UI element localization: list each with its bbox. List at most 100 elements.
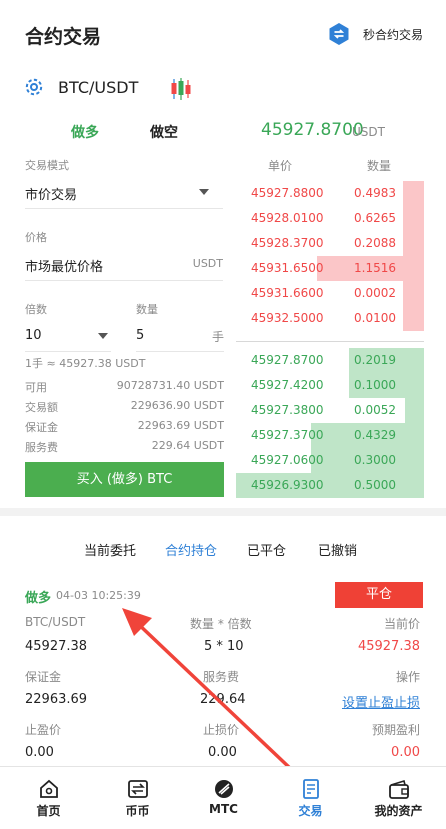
ask-depth-bar [403, 181, 424, 206]
fee-value: 229.64 USDT [151, 439, 224, 452]
candlestick-icon[interactable] [170, 76, 192, 102]
qty-input[interactable]: 5 手 [136, 323, 224, 351]
trade-icon [300, 778, 322, 800]
ask-price: 45931.6600 [251, 286, 324, 300]
pos-tp-value: 0.00 [25, 745, 54, 760]
qty-value: 5 [136, 328, 145, 343]
bid-price: 45927.4200 [251, 378, 324, 392]
ask-qty: 0.6265 [354, 211, 396, 225]
nav-trade-label: 交易 [298, 804, 323, 818]
pos-current-label: 当前价 [383, 617, 420, 631]
ask-row[interactable]: 45931.6500 1.1516 [236, 256, 424, 281]
pos-margin-label: 保证金 [25, 670, 62, 684]
bid-row[interactable]: 45927.4200 0.1000 [236, 373, 424, 398]
pos-pnl-label: 预期盈利 [371, 723, 420, 737]
close-position-button[interactable]: 平仓 [335, 582, 423, 608]
bid-qty: 0.0052 [354, 403, 396, 417]
ob-price-header: 单价 [268, 159, 293, 173]
bid-price: 45927.0600 [251, 453, 324, 467]
ask-row[interactable]: 45928.3700 0.2088 [236, 231, 424, 256]
bid-depth-bar [405, 398, 424, 423]
margin-label: 保证金 [25, 421, 58, 434]
bid-row[interactable]: 45927.3700 0.4329 [236, 423, 424, 448]
tab-holdings[interactable]: 合约持仓 [165, 540, 217, 559]
mode-select[interactable]: 市价交易 [25, 180, 223, 208]
ask-row[interactable]: 45928.0100 0.6265 [236, 206, 424, 231]
ticker-unit: USDT [352, 125, 385, 139]
price-unit: USDT [192, 257, 223, 270]
pos-current-value: 45927.38 [357, 639, 420, 654]
ask-qty: 1.1516 [354, 261, 396, 275]
bid-qty: 0.3000 [354, 453, 396, 467]
leverage-divider [25, 351, 111, 352]
annotation-arrow [122, 608, 294, 772]
qty-unit: 手 [211, 330, 224, 344]
bid-price: 45926.9300 [251, 478, 324, 492]
ask-row[interactable]: 45932.5000 0.0100 [236, 306, 424, 331]
settings-icon[interactable] [23, 76, 45, 98]
ask-qty: 0.0002 [354, 286, 396, 300]
ask-depth-bar [403, 231, 424, 256]
nav-trade[interactable]: 交易 [266, 772, 355, 829]
tab-long[interactable]: 做多 [71, 122, 99, 142]
nav-home-label: 首页 [36, 804, 61, 818]
bid-row[interactable]: 45927.3800 0.0052 [236, 398, 424, 423]
margin-value: 22963.69 USDT [137, 419, 224, 432]
ask-row[interactable]: 45927.8800 0.4983 [236, 181, 424, 206]
home-icon [38, 778, 60, 800]
bid-row[interactable]: 45927.0600 0.3000 [236, 448, 424, 473]
nav-coin[interactable]: 币币 [93, 772, 182, 829]
tab-short[interactable]: 做空 [150, 122, 178, 142]
ask-price: 45931.6500 [251, 261, 324, 275]
price-divider [25, 280, 223, 281]
ask-qty: 0.4983 [354, 186, 396, 200]
tab-closed[interactable]: 已平仓 [247, 540, 286, 559]
ask-price: 45928.0100 [251, 211, 324, 225]
second-contract-button[interactable]: 秒合约交易 [327, 21, 427, 47]
bid-price: 45927.8700 [251, 353, 324, 367]
pos-pair-value: 45927.38 [25, 639, 88, 654]
bid-row[interactable]: 45926.9300 0.5000 [236, 473, 424, 498]
ask-price: 45932.5000 [251, 311, 324, 325]
qty-divider [136, 351, 224, 352]
bid-qty: 0.2019 [354, 353, 396, 367]
pos-tp-label: 止盈价 [25, 723, 62, 737]
ask-depth-bar [403, 306, 424, 331]
swap-icon [327, 22, 351, 46]
pos-pair-label: BTC/USDT [25, 615, 86, 629]
set-tp-sl-link[interactable]: 设置止盈止损 [342, 692, 420, 711]
available-value: 90728731.40 USDT [116, 379, 224, 392]
nav-assets-label: 我的资产 [374, 804, 423, 818]
orderbook-divider [236, 341, 424, 342]
available-label: 可用 [25, 381, 47, 394]
ask-depth-bar [403, 281, 424, 306]
nav-home[interactable]: 首页 [4, 772, 93, 829]
price-value: 市场最优价格 [25, 260, 104, 275]
ask-price: 45928.3700 [251, 236, 324, 250]
ask-row[interactable]: 45931.6600 0.0002 [236, 281, 424, 306]
pos-margin-value: 22963.69 [25, 692, 88, 707]
qty-label: 数量 [136, 303, 158, 316]
leverage-select[interactable]: 10 [25, 323, 111, 351]
ask-price: 45927.8800 [251, 186, 324, 200]
buy-long-button[interactable]: 买入 (做多) BTC [25, 462, 224, 497]
page-title: 合约交易 [25, 26, 102, 48]
bid-row[interactable]: 45927.8700 0.2019 [236, 348, 424, 373]
bid-price: 45927.3700 [251, 428, 324, 442]
tab-cancelled[interactable]: 已撤销 [318, 540, 357, 559]
fee-label: 服务费 [25, 441, 58, 454]
leverage-label: 倍数 [25, 303, 47, 316]
bid-qty: 0.5000 [354, 478, 396, 492]
pos-pnl-value: 0.00 [391, 745, 420, 760]
pair-name[interactable]: BTC/USDT [58, 78, 138, 97]
tab-current-orders[interactable]: 当前委托 [84, 540, 136, 559]
mode-value: 市价交易 [25, 188, 78, 203]
nav-coin-label: 币币 [125, 804, 150, 818]
price-field[interactable]: 市场最优价格 USDT [25, 252, 223, 280]
nav-mtc[interactable]: MTC [179, 772, 268, 829]
lot-note: 1手 ≈ 45927.38 USDT [25, 357, 146, 370]
nav-mtc-label: MTC [209, 802, 238, 816]
second-contract-label: 秒合约交易 [363, 28, 424, 42]
nav-assets[interactable]: 我的资产 [354, 772, 443, 829]
bid-price: 45927.3800 [251, 403, 324, 417]
